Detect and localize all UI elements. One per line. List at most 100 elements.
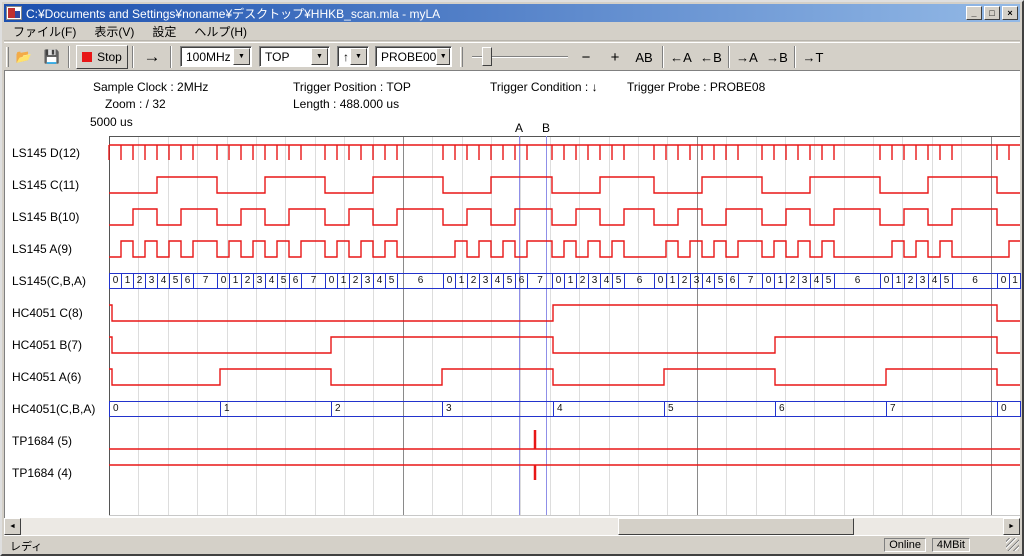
- scroll-left-arrow[interactable]: ◄: [4, 518, 21, 535]
- marker-line-a: [519, 136, 520, 515]
- toolbar-separator: [662, 46, 664, 68]
- scrollbar-thumb[interactable]: [618, 518, 854, 535]
- channel-label: TP1684 (4): [12, 465, 72, 481]
- grid-minor-line: [726, 136, 727, 515]
- goto-marker-b-left-button[interactable]: ←B: [697, 46, 725, 68]
- grid-minor-line: [814, 136, 815, 515]
- grid-major-line: [991, 136, 992, 515]
- channel-label: HC4051(C,B,A): [12, 401, 95, 417]
- bus-cell: 7: [886, 401, 998, 417]
- zoom-slider-thumb[interactable]: [482, 47, 492, 66]
- grid-minor-line: [432, 136, 433, 515]
- grid-minor-line: [932, 136, 933, 515]
- channel-label: LS145 A(9): [12, 241, 72, 257]
- toolbar-separator: [132, 46, 134, 68]
- grid-minor-line: [667, 136, 668, 515]
- grid-major-line: [403, 136, 404, 515]
- bus-cell: 7: [193, 273, 218, 289]
- trigger-probe-combo[interactable]: PROBE00 ▼: [375, 46, 452, 67]
- marker-label-a: A: [515, 121, 523, 135]
- grid-minor-line: [462, 136, 463, 515]
- resize-grip[interactable]: [1006, 538, 1019, 551]
- grid-minor-line: [844, 136, 845, 515]
- toolbar-separator: [170, 46, 172, 68]
- menu-settings[interactable]: 設定: [143, 21, 185, 42]
- menu-help[interactable]: ヘルプ(H): [185, 21, 256, 42]
- grid-minor-line: [609, 136, 610, 515]
- grid-minor-line: [138, 136, 139, 515]
- trigger-edge-combo[interactable]: ↑ ▼: [337, 46, 369, 67]
- bus-cell: 6: [775, 401, 887, 417]
- channel-label: LS145(C,B,A): [12, 273, 86, 289]
- chevron-down-icon[interactable]: ▼: [350, 48, 367, 65]
- run-button[interactable]: →: [138, 46, 166, 68]
- goto-marker-b-right-button[interactable]: →B: [763, 46, 791, 68]
- status-memory: 4MBit: [932, 538, 970, 552]
- grid-minor-line: [315, 136, 316, 515]
- menu-bar: ファイル(F) 表示(V) 設定 ヘルプ(H): [4, 23, 1020, 41]
- zoom-in-button[interactable]: +: [603, 46, 627, 68]
- toolbar-separator: [794, 46, 796, 68]
- channel-label: TP1684 (5): [12, 433, 72, 449]
- chevron-down-icon[interactable]: ▼: [311, 48, 328, 65]
- open-file-button[interactable]: 📂: [12, 46, 36, 68]
- grid-minor-line: [961, 136, 962, 515]
- plot-left-border: [109, 136, 110, 515]
- goto-trigger-button[interactable]: →T: [799, 46, 827, 68]
- bus-cell: 3: [442, 401, 554, 417]
- goto-marker-a-right-button[interactable]: →A: [733, 46, 761, 68]
- grid-minor-line: [256, 136, 257, 515]
- waveform-panel[interactable]: Sample Clock : 2MHz Trigger Position : T…: [4, 70, 1020, 518]
- bus-cell: 1: [220, 401, 332, 417]
- channel-label: HC4051 B(7): [12, 337, 82, 353]
- trigger-probe-value: PROBE00: [376, 50, 436, 64]
- grid-minor-line: [550, 136, 551, 515]
- bus-cell: 7: [738, 273, 763, 289]
- channel-label: LS145 B(10): [12, 209, 79, 225]
- trigger-edge-value: ↑: [338, 50, 350, 64]
- toolbar-separator: [728, 46, 730, 68]
- goto-marker-a-left-button[interactable]: ←A: [667, 46, 695, 68]
- grid-minor-line: [285, 136, 286, 515]
- stop-icon: [82, 52, 92, 62]
- toolbar-separator: [68, 46, 70, 68]
- maximize-button[interactable]: □: [984, 6, 1000, 20]
- menu-file[interactable]: ファイル(F): [4, 21, 85, 42]
- bus-cell: 0: [109, 401, 221, 417]
- status-bar: レディ Online 4MBit: [4, 535, 1020, 552]
- plot-top-border: [109, 136, 1020, 137]
- grid-minor-line: [638, 136, 639, 515]
- minimize-button[interactable]: _: [966, 6, 982, 20]
- chevron-down-icon[interactable]: ▼: [233, 48, 250, 65]
- bus-cell: 4: [553, 401, 665, 417]
- status-ready: レディ: [10, 538, 42, 554]
- zoom-ab-button[interactable]: AB: [631, 46, 657, 68]
- logic-analyzer-window: C:¥Documents and Settings¥noname¥デスクトップ¥…: [0, 0, 1024, 556]
- bus-cell: 7: [527, 273, 553, 289]
- horizontal-scrollbar[interactable]: ◄ ►: [4, 518, 1020, 535]
- trigger-position-combo[interactable]: TOP ▼: [259, 46, 330, 67]
- bus-cell: 6: [624, 273, 655, 289]
- grid-minor-line: [873, 136, 874, 515]
- bus-cell: 6: [834, 273, 881, 289]
- title-bar: C:¥Documents and Settings¥noname¥デスクトップ¥…: [4, 4, 1020, 22]
- timebase-label: 5000 us: [90, 115, 133, 129]
- plot-bottom-border: [109, 515, 1020, 516]
- marker-label-b: B: [542, 121, 550, 135]
- zoom-readout: Zoom : / 32: [105, 97, 166, 111]
- toolbar: 📂 💾 Stop → 100MHz ▼ TOP ▼ ↑ ▼ PROBE00 ▼ …: [4, 42, 1020, 70]
- grid-minor-line: [520, 136, 521, 515]
- channel-label: LS145 D(12): [12, 145, 80, 161]
- save-file-button[interactable]: 💾: [40, 46, 64, 68]
- grid-minor-line: [197, 136, 198, 515]
- menu-view[interactable]: 表示(V): [85, 21, 143, 42]
- close-button[interactable]: ×: [1002, 6, 1018, 20]
- zoom-out-button[interactable]: −: [574, 46, 598, 68]
- sample-clock-combo[interactable]: 100MHz ▼: [180, 46, 252, 67]
- bus-cell: 5: [664, 401, 776, 417]
- toolbar-grip: [460, 47, 463, 67]
- grid-minor-line: [344, 136, 345, 515]
- chevron-down-icon[interactable]: ▼: [436, 48, 450, 65]
- scroll-right-arrow[interactable]: ►: [1003, 518, 1020, 535]
- stop-button[interactable]: Stop: [76, 45, 128, 69]
